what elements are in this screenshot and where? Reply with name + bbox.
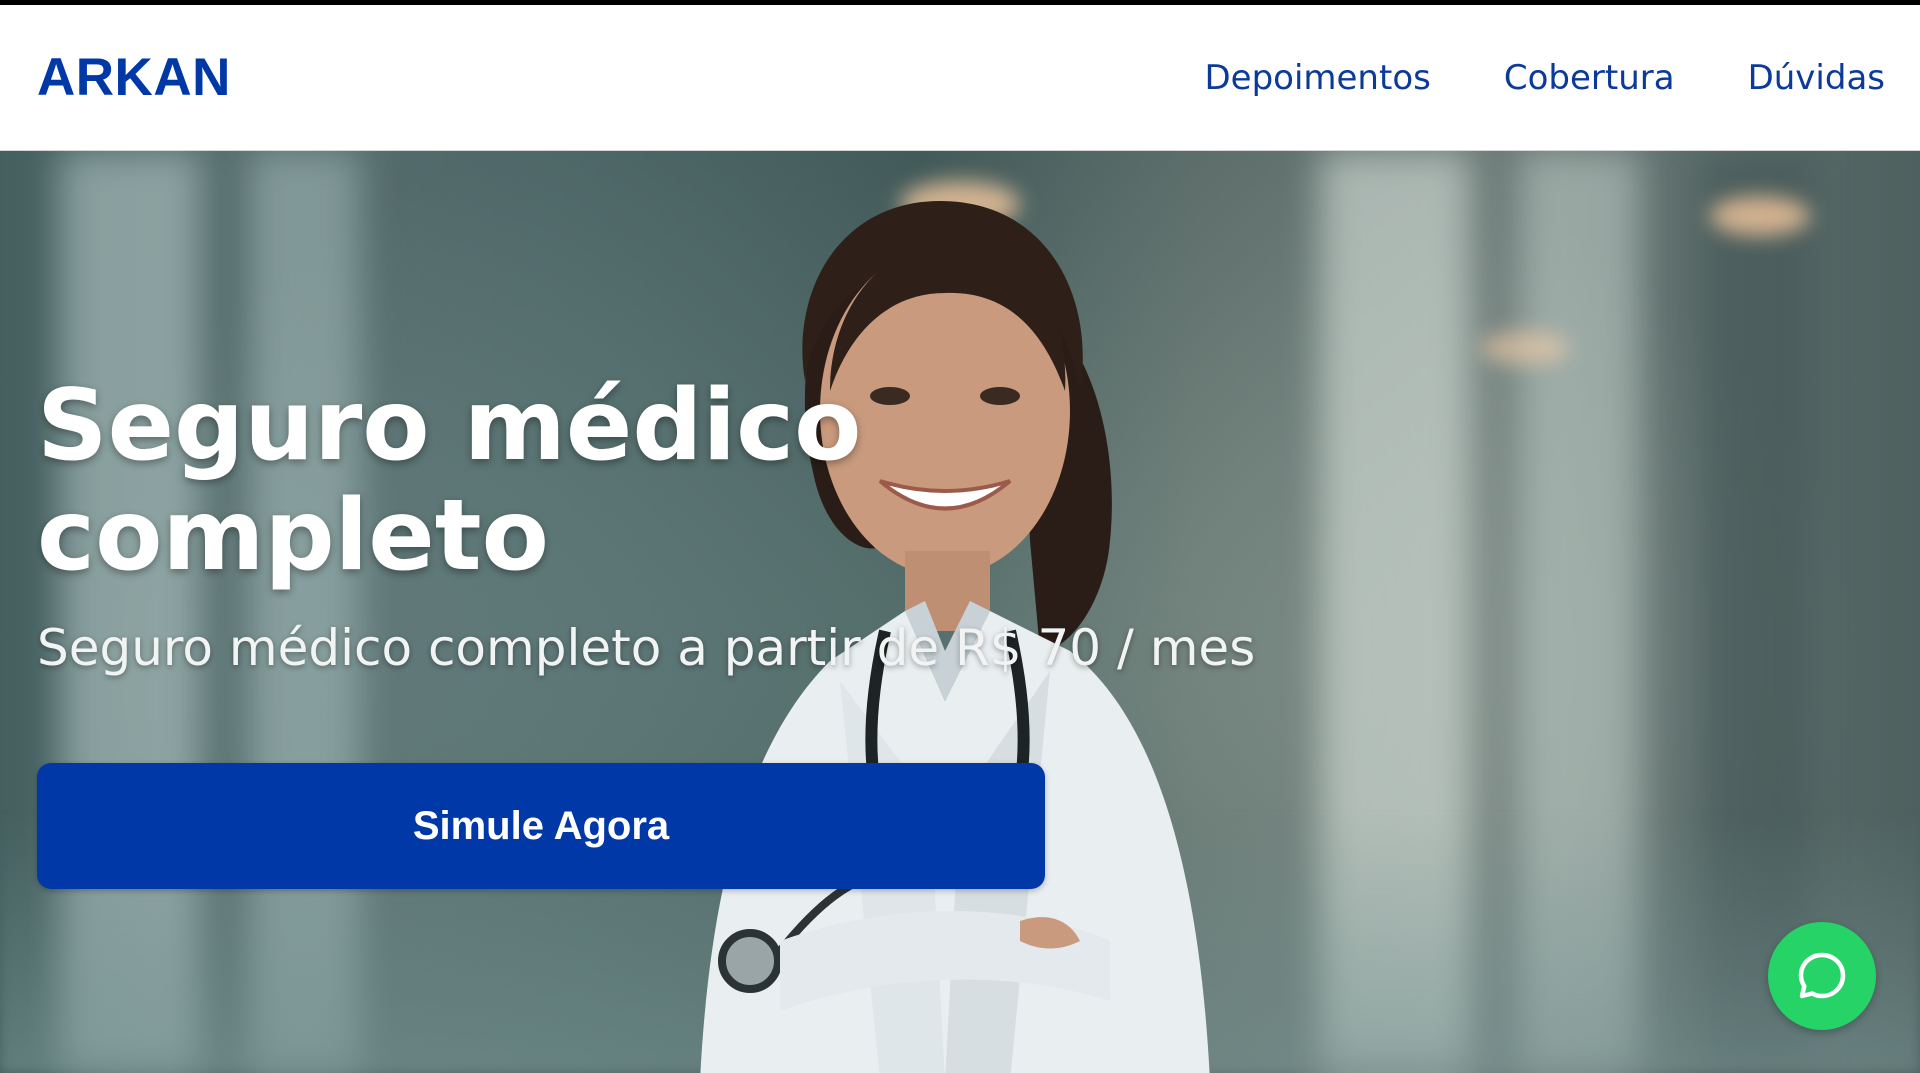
nav-link-duvidas[interactable]: Dúvidas bbox=[1748, 58, 1885, 98]
nav-links: Depoimentos Cobertura Dúvidas bbox=[1204, 58, 1885, 98]
hero-content: Seguro médico completo Seguro médico com… bbox=[37, 371, 1255, 677]
navbar: ARKAN Depoimentos Cobertura Dúvidas bbox=[0, 5, 1920, 151]
hero-title-line-2: completo bbox=[37, 479, 549, 593]
hero-subtitle: Seguro médico completo a partir de R$ 70… bbox=[37, 619, 1256, 677]
logo[interactable]: ARKAN bbox=[37, 47, 231, 108]
whatsapp-chat-button[interactable] bbox=[1768, 922, 1876, 1030]
nav-link-cobertura[interactable]: Cobertura bbox=[1504, 58, 1675, 98]
whatsapp-chat-icon bbox=[1798, 952, 1846, 999]
hero-title: Seguro médico completo bbox=[37, 371, 1037, 591]
simule-agora-button[interactable]: Simule Agora bbox=[37, 763, 1045, 889]
hero-title-line-1: Seguro médico bbox=[37, 369, 862, 483]
hero-section: Seguro médico completo Seguro médico com… bbox=[0, 151, 1920, 1073]
nav-link-depoimentos[interactable]: Depoimentos bbox=[1204, 58, 1430, 98]
